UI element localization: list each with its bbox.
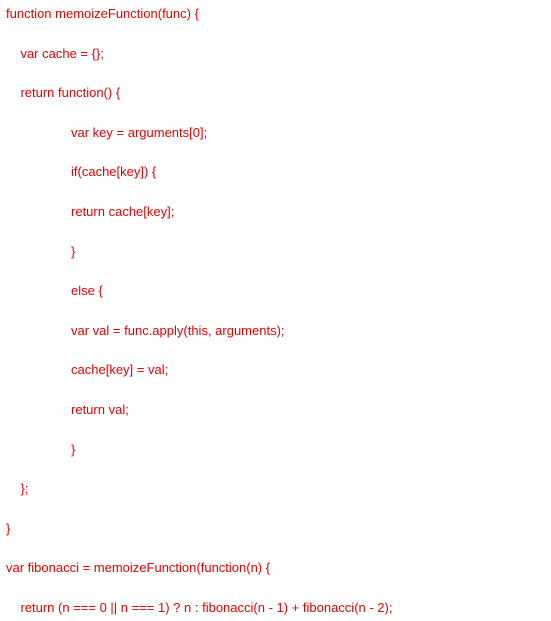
code-line: }: [6, 244, 551, 260]
code-line: return function() {: [6, 85, 551, 101]
code-line: var cache = {};: [6, 46, 551, 62]
code-line: var key = arguments[0];: [6, 125, 551, 141]
code-line: }: [6, 521, 551, 537]
code-line: function memoizeFunction(func) {: [6, 6, 551, 22]
code-block: function memoizeFunction(func) { var cac…: [0, 0, 551, 621]
code-line: }: [6, 442, 551, 458]
code-line: return cache[key];: [6, 204, 551, 220]
code-line: if(cache[key]) {: [6, 164, 551, 180]
code-line: else {: [6, 283, 551, 299]
code-line: return val;: [6, 402, 551, 418]
code-line: };: [6, 481, 551, 497]
code-line: cache[key] = val;: [6, 362, 551, 378]
code-line: return (n === 0 || n === 1) ? n : fibona…: [6, 600, 551, 616]
code-line: var fibonacci = memoizeFunction(function…: [6, 560, 551, 576]
code-line: var val = func.apply(this, arguments);: [6, 323, 551, 339]
